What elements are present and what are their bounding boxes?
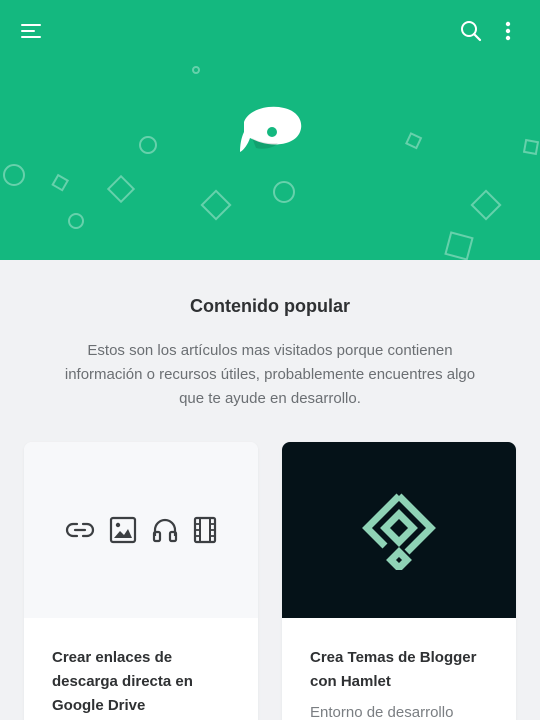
card-media — [24, 442, 258, 618]
headphones-icon — [152, 518, 178, 543]
image-icon — [109, 516, 137, 544]
menu-button[interactable] — [14, 14, 48, 48]
card-subtitle: Entorno de desarrollo — [310, 704, 454, 720]
card-title[interactable]: Crear enlaces de descarga directa en Goo… — [52, 646, 238, 718]
section-title: Contenido popular — [190, 296, 350, 316]
article-card[interactable]: Crea Temas de Blogger con Hamlet Entorno… — [282, 442, 516, 720]
whale-logo[interactable] — [234, 102, 306, 158]
hamlet-logo-icon — [362, 493, 436, 570]
film-icon — [193, 516, 217, 544]
card-title[interactable]: Crea Temas de Blogger con Hamlet — [310, 646, 496, 694]
more-vertical-icon — [505, 21, 511, 41]
search-button[interactable] — [454, 14, 488, 48]
card-media — [282, 442, 516, 618]
hero-header — [0, 0, 540, 260]
article-card[interactable]: Crear enlaces de descarga directa en Goo… — [24, 442, 258, 720]
section-description: Estos son los artículos mas visitados po… — [64, 342, 476, 407]
more-options-button[interactable] — [491, 14, 525, 48]
menu-icon — [21, 24, 41, 38]
link-icon — [65, 522, 95, 538]
search-icon — [461, 21, 482, 42]
